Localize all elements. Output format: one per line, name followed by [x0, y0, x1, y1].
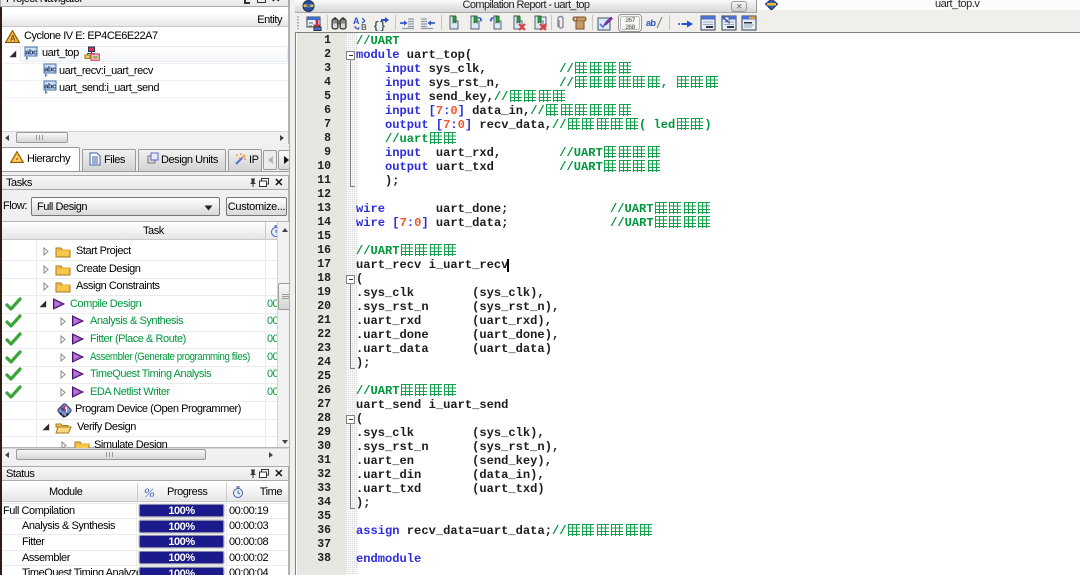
svg-text:A: A — [10, 34, 16, 43]
svg-text:A: A — [353, 16, 360, 26]
svg-text:abc: abc — [44, 65, 56, 74]
svg-text:{}: {} — [373, 21, 385, 31]
svg-text:B: B — [361, 23, 367, 31]
svg-text:abc: abc — [25, 48, 37, 57]
svg-text:ab: ab — [646, 18, 657, 28]
svg-text:abc: abc — [44, 82, 56, 91]
svg-text:267: 267 — [625, 17, 635, 24]
svg-text:268: 268 — [625, 24, 635, 31]
